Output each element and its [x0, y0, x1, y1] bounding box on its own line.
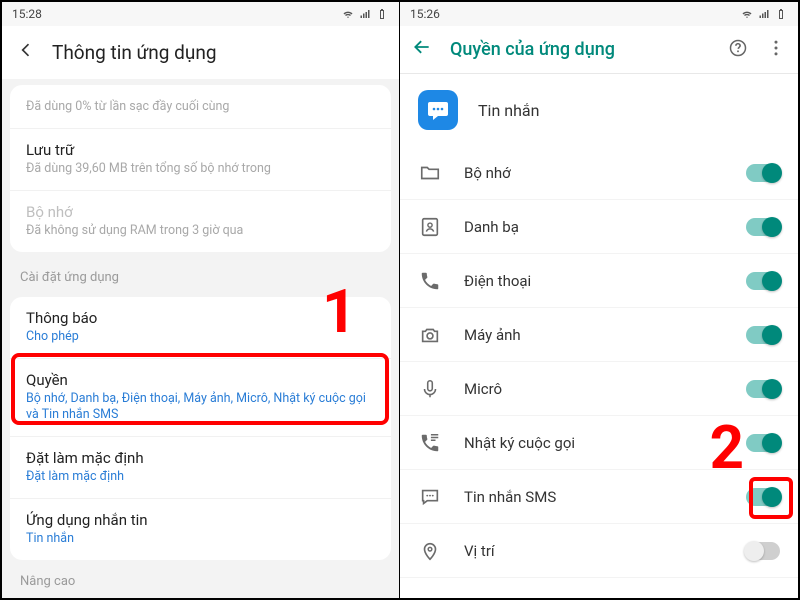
- permission-toggle-camera[interactable]: [746, 326, 780, 344]
- header: Quyền của ứng dụng: [400, 26, 798, 74]
- section-advanced: Nâng cao: [2, 566, 399, 595]
- battery-usage-text: Đã dùng 0% từ lần sạc đầy cuối cùng: [26, 99, 375, 116]
- page-title: Quyền của ứng dụng: [450, 39, 710, 60]
- permission-toggle-contacts[interactable]: [746, 218, 780, 236]
- permission-toggle-calllog[interactable]: [746, 434, 780, 452]
- signal-icon: [757, 8, 771, 20]
- back-icon[interactable]: [412, 37, 432, 62]
- battery-usage-row[interactable]: Đã dùng 0% từ lần sạc đầy cuối cùng: [10, 85, 391, 129]
- section-app-settings: Cài đặt ứng dụng: [2, 258, 399, 291]
- status-icons: [740, 8, 788, 20]
- calllog-icon: [418, 432, 442, 454]
- memory-title: Bộ nhớ: [26, 203, 375, 221]
- more-icon[interactable]: [766, 38, 786, 62]
- mic-icon: [418, 378, 442, 400]
- permission-row-sms[interactable]: Tin nhắn SMS: [400, 470, 798, 524]
- permission-row-calllog[interactable]: Nhật ký cuộc gọi: [400, 416, 798, 470]
- notifications-sub: Cho phép: [26, 329, 375, 346]
- messaging-app-sub: Tin nhắn: [26, 531, 375, 548]
- messaging-app-row[interactable]: Ứng dụng nhắn tin Tin nhắn: [10, 499, 391, 560]
- battery-icon: [774, 8, 788, 20]
- permission-row-microphone[interactable]: Micrô: [400, 362, 798, 416]
- permission-row-location[interactable]: Vị trí: [400, 524, 798, 578]
- status-bar: 15:28: [2, 2, 399, 26]
- status-time: 15:26: [410, 7, 440, 21]
- permission-row-storage[interactable]: Bộ nhớ: [400, 146, 798, 200]
- permissions-title: Quyền: [26, 371, 375, 389]
- status-bar: 15:26: [400, 2, 798, 26]
- contacts-icon: [418, 216, 442, 238]
- status-time: 15:28: [12, 7, 42, 21]
- permission-row-phone[interactable]: Điện thoại: [400, 254, 798, 308]
- permission-toggle-storage[interactable]: [746, 164, 780, 182]
- storage-sub: Đã dùng 39,60 MB trên tổng số bộ nhớ tro…: [26, 161, 375, 178]
- storage-title: Lưu trữ: [26, 141, 375, 159]
- permission-row-contacts[interactable]: Danh bạ: [400, 200, 798, 254]
- permission-label: Vị trí: [464, 542, 724, 560]
- page-title: Thông tin ứng dụng: [52, 41, 217, 64]
- permission-label: Điện thoại: [464, 272, 724, 290]
- folder-icon: [418, 162, 442, 184]
- permissions-sub: Bộ nhớ, Danh bạ, Điện thoại, Máy ảnh, Mi…: [26, 391, 375, 425]
- permission-toggle-phone[interactable]: [746, 272, 780, 290]
- messaging-app-title: Ứng dụng nhắn tin: [26, 511, 375, 529]
- location-icon: [418, 540, 442, 562]
- battery-icon: [375, 8, 389, 20]
- notifications-row[interactable]: Thông báo Cho phép: [10, 297, 391, 359]
- permission-toggle-microphone[interactable]: [746, 380, 780, 398]
- permission-toggle-sms[interactable]: [746, 488, 780, 506]
- notifications-title: Thông báo: [26, 309, 375, 327]
- default-row[interactable]: Đặt làm mặc định Đặt làm mặc định: [10, 437, 391, 499]
- memory-row[interactable]: Bộ nhớ Đã không sử dụng RAM trong 3 giờ …: [10, 191, 391, 252]
- phone-icon: [418, 270, 442, 292]
- permission-label: Nhật ký cuộc gọi: [464, 434, 724, 452]
- back-icon[interactable]: [16, 40, 36, 65]
- permission-label: Tin nhắn SMS: [464, 488, 724, 506]
- app-name: Tin nhắn: [478, 101, 539, 120]
- permission-label: Micrô: [464, 380, 724, 398]
- header: Thông tin ứng dụng: [2, 26, 399, 79]
- help-icon[interactable]: [728, 38, 748, 62]
- sms-icon: [418, 486, 442, 508]
- default-sub: Đặt làm mặc định: [26, 469, 375, 486]
- status-icons: [341, 8, 389, 20]
- permission-row-camera[interactable]: Máy ảnh: [400, 308, 798, 362]
- memory-sub: Đã không sử dụng RAM trong 3 giờ qua: [26, 223, 375, 240]
- app-icon: [418, 90, 458, 130]
- signal-icon: [358, 8, 372, 20]
- wifi-icon: [740, 8, 754, 20]
- permission-label: Bộ nhớ: [464, 164, 724, 182]
- permission-label: Máy ảnh: [464, 326, 724, 344]
- permissions-row[interactable]: Quyền Bộ nhớ, Danh bạ, Điện thoại, Máy ả…: [10, 359, 391, 438]
- default-title: Đặt làm mặc định: [26, 449, 375, 467]
- app-header-row: Tin nhắn: [400, 74, 798, 146]
- permission-label: Danh bạ: [464, 218, 724, 236]
- wifi-icon: [341, 8, 355, 20]
- camera-icon: [418, 324, 442, 346]
- permission-toggle-location[interactable]: [746, 542, 780, 560]
- storage-row[interactable]: Lưu trữ Đã dùng 39,60 MB trên tổng số bộ…: [10, 129, 391, 191]
